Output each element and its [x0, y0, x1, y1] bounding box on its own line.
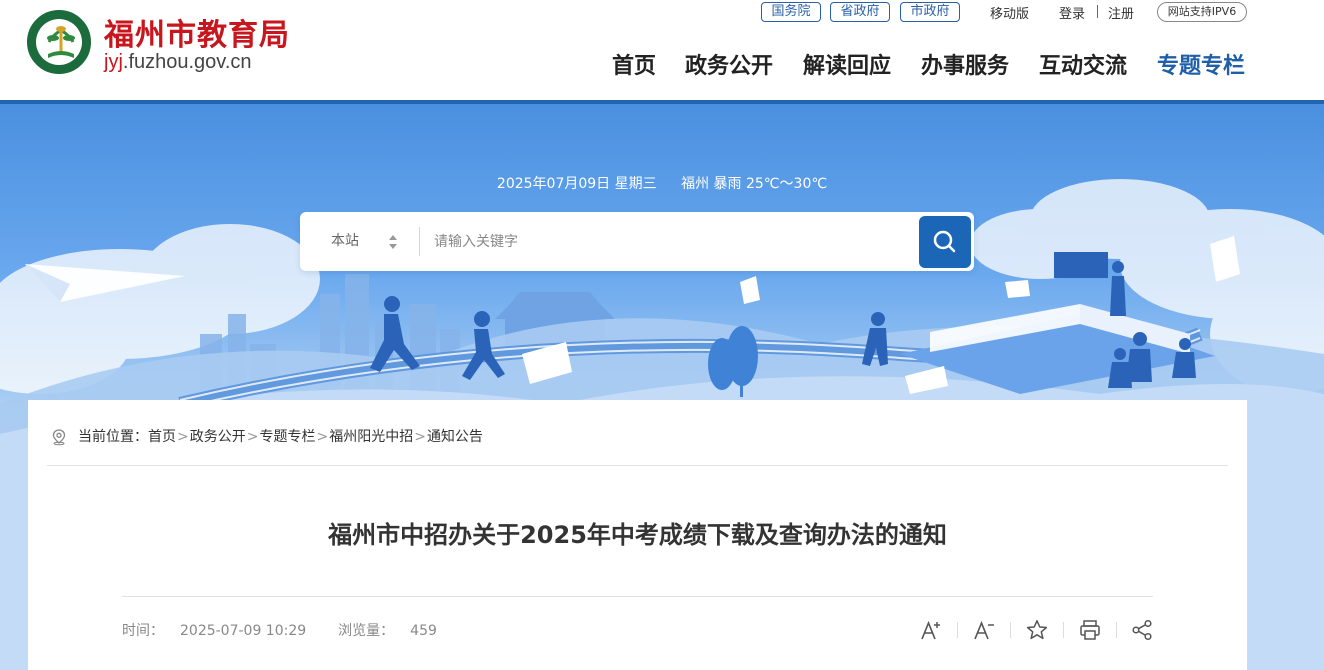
breadcrumb-label: 当前位置：	[78, 429, 148, 445]
top-separator	[1097, 5, 1098, 18]
link-state-council[interactable]: 国务院	[761, 2, 821, 22]
breadcrumb-separator: >	[246, 429, 259, 445]
breadcrumb-sunshine-admission[interactable]: 福州阳光中招	[329, 429, 413, 445]
top-links: 国务院 省政府 市政府 移动版 登录 注册 网站支持IPV6	[0, 1, 1324, 23]
share-icon[interactable]	[1130, 618, 1154, 642]
blackboard	[1054, 252, 1108, 278]
nav-services[interactable]: 办事服务	[921, 48, 1009, 80]
views-value: 459	[410, 623, 437, 639]
search-divider	[419, 227, 420, 256]
weather-info: 福州 暴雨 25℃～30℃	[681, 176, 828, 192]
tool-separator	[1116, 622, 1117, 638]
nav-interpretation[interactable]: 解读回应	[803, 48, 891, 80]
article-card: 当前位置：首页>政务公开>专题专栏>福州阳光中招>通知公告 福州市中招办关于20…	[28, 400, 1247, 670]
tool-separator	[1063, 622, 1064, 638]
print-icon[interactable]	[1078, 618, 1102, 642]
font-decrease-icon[interactable]	[972, 618, 996, 642]
breadcrumb-special-topics[interactable]: 专题专栏	[259, 429, 315, 445]
breadcrumb-separator: >	[414, 429, 426, 445]
breadcrumb-trail: 当前位置：首页>政务公开>专题专栏>福州阳光中招>通知公告	[78, 428, 483, 446]
article-title: 福州市中招办关于2025年中考成绩下载及查询办法的通知	[328, 521, 947, 549]
article-meta: 时间： 2025-07-09 10:29 浏览量： 459	[122, 620, 469, 640]
link-provincial-gov[interactable]: 省政府	[830, 2, 890, 22]
nav-special-topics[interactable]: 专题专栏	[1157, 48, 1245, 80]
sort-arrows-icon[interactable]	[388, 234, 398, 250]
search-icon	[933, 230, 956, 253]
search-button[interactable]	[919, 216, 971, 268]
publish-time: 时间： 2025-07-09 10:29	[122, 623, 322, 639]
breadcrumb-gov-affairs[interactable]: 政务公开	[190, 429, 246, 445]
link-register[interactable]: 注册	[1108, 3, 1134, 22]
ipv6-badge: 网站支持IPV6	[1157, 2, 1247, 22]
search-scope-select[interactable]: 本站	[331, 212, 359, 271]
divider	[122, 596, 1153, 597]
link-city-gov[interactable]: 市政府	[900, 2, 960, 22]
nav-government-affairs[interactable]: 政务公开	[685, 48, 773, 80]
domain-rest: .fuzhou.gov.cn	[122, 51, 252, 73]
nav-interaction[interactable]: 互动交流	[1039, 48, 1127, 80]
time-label: 时间：	[122, 623, 164, 639]
tool-separator	[1010, 622, 1011, 638]
search-box: 本站	[300, 212, 974, 271]
view-count: 浏览量： 459	[338, 623, 453, 639]
current-date: 2025年07月09日 星期三	[496, 176, 657, 192]
tool-separator	[957, 622, 958, 638]
breadcrumb-separator: >	[316, 429, 329, 445]
search-input[interactable]	[434, 212, 904, 271]
font-increase-icon[interactable]	[919, 618, 943, 642]
breadcrumb-separator: >	[177, 429, 189, 445]
link-mobile[interactable]: 移动版	[990, 3, 1029, 22]
star-icon[interactable]	[1025, 618, 1049, 642]
site-domain: jyj.fuzhou.gov.cn	[104, 51, 252, 74]
breadcrumb-notices[interactable]: 通知公告	[427, 429, 483, 445]
divider	[47, 465, 1228, 466]
time-value: 2025-07-09 10:29	[180, 623, 307, 639]
views-label: 浏览量：	[338, 623, 395, 639]
domain-prefix: jyj	[104, 51, 123, 73]
site-header: 福州市教育局 jyj.fuzhou.gov.cn 国务院 省政府 市政府 移动版…	[0, 0, 1324, 100]
location-pin-icon	[52, 429, 66, 446]
date-weather-line: 2025年07月09日 星期三 福州 暴雨 25℃～30℃	[0, 173, 1324, 193]
link-login[interactable]: 登录	[1059, 3, 1085, 22]
nav-home[interactable]: 首页	[612, 48, 656, 80]
breadcrumb-home[interactable]: 首页	[148, 429, 176, 445]
